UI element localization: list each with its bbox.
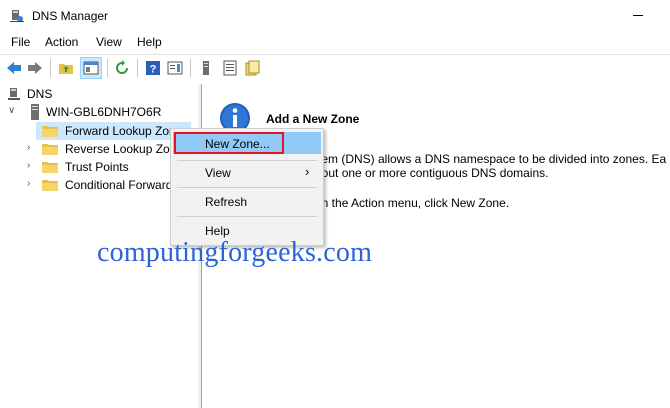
folder-icon xyxy=(42,144,58,155)
chevron-down-icon[interactable]: ∨ xyxy=(8,106,18,116)
menu-separator xyxy=(177,187,317,188)
detail-text-line2: bout one or more contiguous DNS domains. xyxy=(315,166,549,180)
menu-item-refresh[interactable]: Refresh xyxy=(205,195,247,209)
menu-view[interactable]: View xyxy=(96,35,122,49)
chevron-right-icon: › xyxy=(305,164,310,179)
menu-separator xyxy=(177,160,317,161)
tree-item-trust-points[interactable]: › Trust Points xyxy=(26,158,186,176)
menu-bar: File Action View Help xyxy=(0,32,670,52)
toolbar: ? xyxy=(0,54,670,81)
menu-item-help[interactable]: Help xyxy=(205,224,230,238)
toolbar-separator xyxy=(50,59,51,77)
menu-item-new-zone[interactable]: New Zone... xyxy=(205,137,270,151)
tree-item-label: DNS xyxy=(27,87,53,101)
menu-separator xyxy=(177,216,317,217)
folder-icon xyxy=(42,180,58,191)
dns-icon xyxy=(8,88,20,100)
chevron-right-icon[interactable]: › xyxy=(27,143,37,153)
menu-help[interactable]: Help xyxy=(137,35,162,49)
server-icon[interactable] xyxy=(198,60,214,76)
list-icon[interactable] xyxy=(222,60,238,76)
folder-icon xyxy=(42,162,58,173)
title-bar: DNS Manager xyxy=(0,0,670,32)
dns-app-icon xyxy=(10,10,24,22)
forward-arrow-icon[interactable] xyxy=(27,60,43,76)
properties-icon[interactable] xyxy=(167,60,183,76)
tree-item-dns[interactable]: DNS xyxy=(6,85,126,103)
folder-icon xyxy=(42,126,58,137)
back-arrow-icon[interactable] xyxy=(6,60,22,76)
window-title: DNS Manager xyxy=(32,9,109,23)
menu-item-view[interactable]: View xyxy=(205,166,231,180)
up-folder-icon[interactable] xyxy=(58,60,74,76)
toolbar-separator xyxy=(137,59,138,77)
menu-file[interactable]: File xyxy=(11,35,30,49)
detail-text-line1: System (DNS) allows a DNS namespace to b… xyxy=(298,152,667,166)
notes-icon[interactable] xyxy=(244,60,260,76)
svg-text:?: ? xyxy=(150,64,157,76)
context-menu: New Zone... View › Refresh Help xyxy=(170,128,324,246)
help-icon[interactable]: ? xyxy=(145,60,161,76)
menu-action[interactable]: Action xyxy=(45,35,78,49)
toolbar-separator xyxy=(107,59,108,77)
server-icon xyxy=(31,104,39,120)
detail-heading: Add a New Zone xyxy=(266,112,360,126)
watermark-text: computingforgeeks.com xyxy=(97,237,373,268)
detail-text-line3: on the Action menu, click New Zone. xyxy=(315,196,510,210)
console-tree-icon[interactable] xyxy=(83,60,99,76)
tree-item-reverse-lookup-zones[interactable]: › Reverse Lookup Zones xyxy=(26,140,189,158)
tree-item-server[interactable]: ∨ WIN-GBL6DNH7O6R xyxy=(6,103,196,121)
tree-item-label: Trust Points xyxy=(65,160,129,174)
chevron-right-icon[interactable]: › xyxy=(27,161,37,171)
tree-item-forward-lookup-zones[interactable]: Forward Lookup Zones xyxy=(36,122,191,140)
minimize-icon[interactable] xyxy=(633,15,643,16)
chevron-right-icon[interactable]: › xyxy=(27,179,37,189)
tree-item-label: WIN-GBL6DNH7O6R xyxy=(46,105,162,119)
refresh-icon[interactable] xyxy=(114,60,130,76)
tree-item-conditional-forwarders[interactable]: › Conditional Forwarders xyxy=(26,176,189,194)
toolbar-separator xyxy=(190,59,191,77)
